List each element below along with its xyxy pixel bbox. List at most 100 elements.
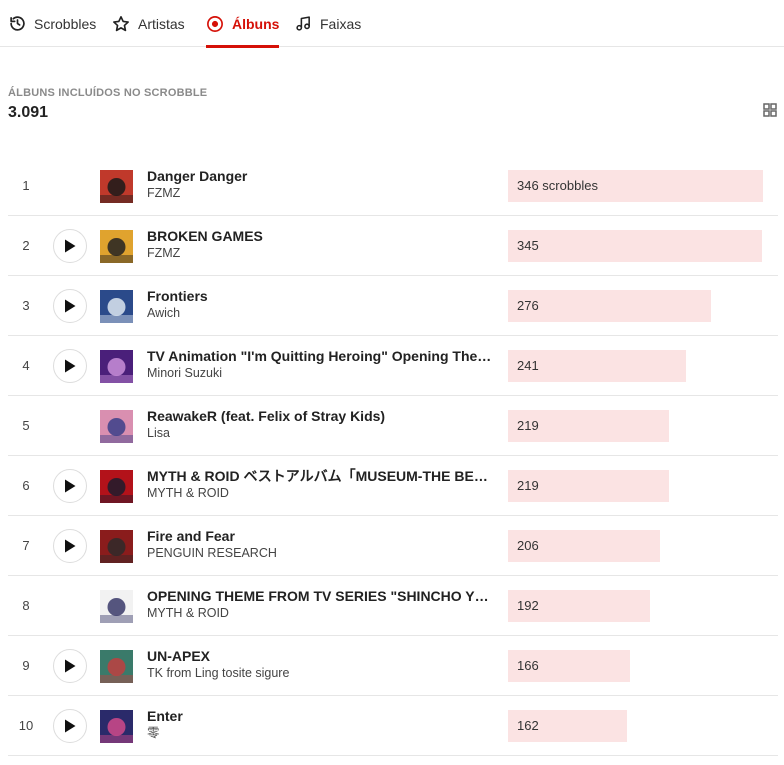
artist-link[interactable]: Lisa [147,425,492,441]
scrobble-count-label: 276 [517,298,539,313]
album-rank: 4 [22,358,30,373]
play-icon [65,359,76,373]
album-info: Danger Danger FZMZ [147,167,492,201]
album-info: OPENING THEME FROM TV SERIES "SHINCHO YU… [147,587,492,621]
album-rank: 1 [22,178,30,193]
artist-link[interactable]: 零 [147,725,492,741]
album-cover[interactable] [100,470,133,503]
artist-link[interactable]: Awich [147,305,492,321]
album-title-link[interactable]: UN-APEX [147,647,492,665]
album-rank: 2 [22,238,30,253]
artist-link[interactable]: FZMZ [147,185,492,201]
album-cover[interactable] [100,170,133,203]
scrobble-count-label: 346 scrobbles [517,178,598,193]
tab-label: Álbuns [232,15,280,32]
play-icon [65,719,76,733]
album-cover[interactable] [100,530,133,563]
album-title-link[interactable]: Danger Danger [147,167,492,185]
music-note-icon [294,15,312,33]
history-icon [8,15,26,33]
album-title-link[interactable]: Fire and Fear [147,527,492,545]
play-button[interactable] [53,649,87,683]
album-title-link[interactable]: TV Animation "I'm Quitting Heroing" Open… [147,347,492,365]
album-cover[interactable] [100,410,133,443]
tab-scrobbles[interactable]: Scrobbles [8,0,96,47]
play-button[interactable] [53,709,87,743]
album-title-link[interactable]: MYTH & ROID ベストアルバム「MUSEUM-THE BEST O... [147,467,492,485]
albums-count: 3.091 [8,104,49,121]
album-rank: 10 [18,718,34,733]
artist-link[interactable]: FZMZ [147,245,492,261]
scrobble-count-bar[interactable]: 219 [508,470,669,502]
album-info: MYTH & ROID ベストアルバム「MUSEUM-THE BEST O...… [147,467,492,501]
album-rank: 3 [22,298,30,313]
tab-label: Faixas [320,15,362,32]
scrobble-count-bar[interactable]: 219 [508,410,669,442]
album-info: Fire and Fear PENGUIN RESEARCH [147,527,492,561]
album-row: 4 TV Animation "I'm Quitting Heroing" Ope… [8,336,778,396]
artist-link[interactable]: PENGUIN RESEARCH [147,545,492,561]
scrobble-count-bar[interactable]: 276 [508,290,711,322]
album-row: 10 Enter 零 162 [8,696,778,756]
scrobble-count-label: 192 [517,598,539,613]
play-icon [65,299,76,313]
album-rank: 8 [22,598,30,613]
scrobble-count-bar[interactable]: 346 scrobbles [508,170,763,202]
play-button[interactable] [53,289,87,323]
album-title-link[interactable]: Frontiers [147,287,492,305]
album-cover[interactable] [100,650,133,683]
tab-albuns[interactable]: Álbuns [206,0,280,48]
artist-link[interactable]: Minori Suzuki [147,365,492,381]
album-title-link[interactable]: OPENING THEME FROM TV SERIES "SHINCHO YU… [147,587,492,605]
tab-artistas[interactable]: Artistas [112,0,185,47]
scrobble-count-label: 345 [517,238,539,253]
album-title-link[interactable]: ReawakeR (feat. Felix of Stray Kids) [147,407,492,425]
play-icon [65,539,76,553]
album-title-link[interactable]: Enter [147,707,492,725]
play-icon [65,659,76,673]
album-row: 7 Fire and Fear PENGUIN RESEARCH 206 [8,516,778,576]
tab-label: Scrobbles [34,15,97,32]
scrobble-count-bar[interactable]: 241 [508,350,686,382]
album-row: 1 Danger Danger FZMZ 346 scrobbles [8,156,778,216]
section-label: ÁLBUNS INCLUÍDOS NO SCROBBLE [8,87,208,99]
play-icon [65,479,76,493]
album-cover[interactable] [100,350,133,383]
scrobble-count-bar[interactable]: 206 [508,530,660,562]
artist-link[interactable]: TK from Ling tosite sigure [147,665,492,681]
album-info: BROKEN GAMES FZMZ [147,227,492,261]
grid-view-icon[interactable] [762,102,778,118]
album-info: Enter 零 [147,707,492,741]
album-row: 2 BROKEN GAMES FZMZ 345 [8,216,778,276]
album-row: 3 Frontiers Awich 276 [8,276,778,336]
scrobble-count-bar[interactable]: 162 [508,710,627,742]
play-button[interactable] [53,229,87,263]
album-info: TV Animation "I'm Quitting Heroing" Open… [147,347,492,381]
record-icon [206,15,224,33]
album-cover[interactable] [100,290,133,323]
tab-faixas[interactable]: Faixas [294,0,361,47]
play-button[interactable] [53,349,87,383]
album-title-link[interactable]: BROKEN GAMES [147,227,492,245]
album-info: UN-APEX TK from Ling tosite sigure [147,647,492,681]
album-row: 8 OPENING THEME FROM TV SERIES "SHINCHO Y… [8,576,778,636]
scrobble-count-label: 166 [517,658,539,673]
scrobble-count-bar[interactable]: 166 [508,650,630,682]
album-row: 5 ReawakeR (feat. Felix of Stray Kids) Lis… [8,396,778,456]
album-cover[interactable] [100,230,133,263]
tab-bar: Scrobbles Artistas Álbuns Faixas [0,0,784,48]
scrobble-count-bar[interactable]: 192 [508,590,650,622]
artist-link[interactable]: MYTH & ROID [147,605,492,621]
album-row: 6 MYTH & ROID ベストアルバム「MUSEUM-THE BEST O..… [8,456,778,516]
artist-link[interactable]: MYTH & ROID [147,485,492,501]
album-cover[interactable] [100,710,133,743]
play-button[interactable] [53,529,87,563]
play-button[interactable] [53,469,87,503]
album-info: ReawakeR (feat. Felix of Stray Kids) Lisa [147,407,492,441]
play-icon [65,239,76,253]
scrobble-count-label: 162 [517,718,539,733]
album-cover[interactable] [100,590,133,623]
scrobble-count-bar[interactable]: 345 [508,230,762,262]
scrobble-count-label: 219 [517,418,539,433]
scrobble-count-label: 241 [517,358,539,373]
